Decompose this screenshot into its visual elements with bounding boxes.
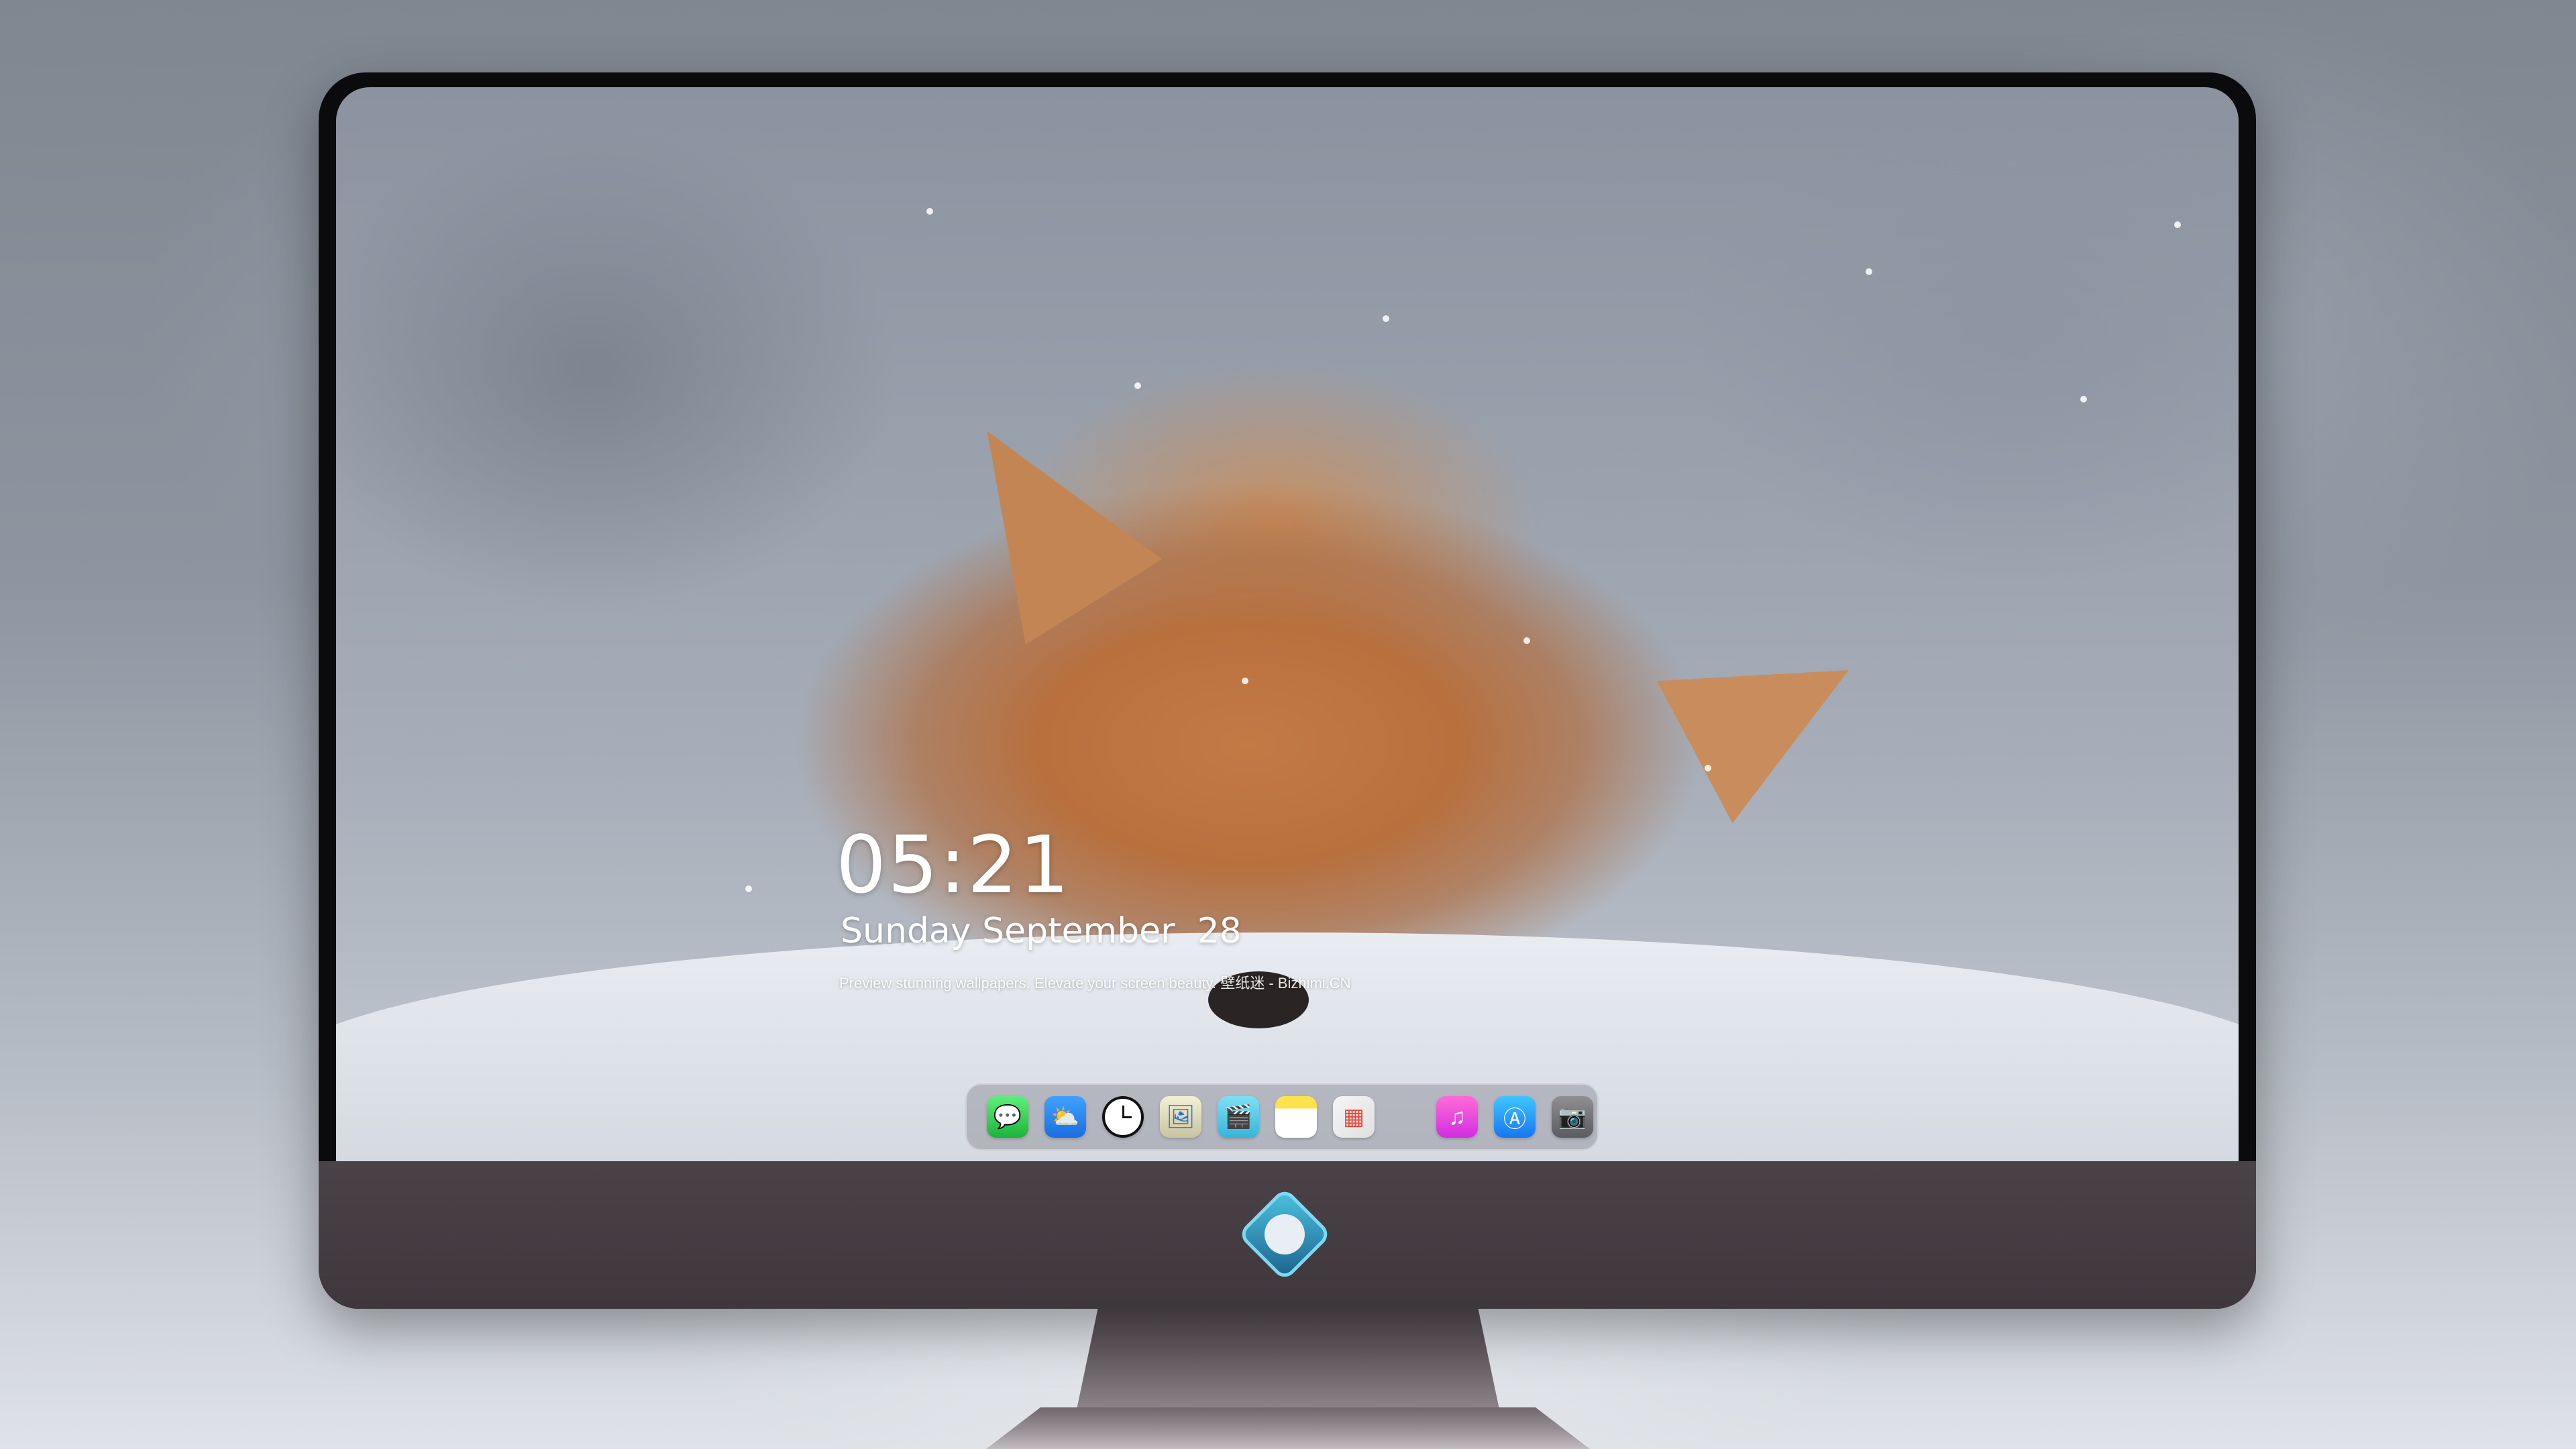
app-store-icon: Ⓐ bbox=[1503, 1106, 1526, 1132]
snowflake bbox=[745, 885, 752, 892]
music-app-icon[interactable]: ♫ bbox=[1436, 1096, 1478, 1138]
lock-screen-date: Sunday September 28 bbox=[841, 911, 1242, 951]
mascot-icon bbox=[1265, 1214, 1305, 1254]
snowflake bbox=[2174, 221, 2181, 228]
photo-booth-app-icon[interactable]: ▦ bbox=[1333, 1096, 1375, 1138]
clock-icon bbox=[1105, 1099, 1141, 1135]
desktop-screen: 05:21 Sunday September 28 Preview stunni… bbox=[336, 87, 2239, 1228]
preview-app-icon[interactable]: 🖼 bbox=[1160, 1096, 1201, 1138]
music-note-icon: ♫ bbox=[1448, 1104, 1466, 1130]
monitor-stand-neck bbox=[1077, 1309, 1499, 1409]
snowflake bbox=[2080, 396, 2087, 402]
snowflake bbox=[1523, 637, 1530, 644]
clips-app-icon[interactable]: 🎬 bbox=[1218, 1096, 1259, 1138]
cloud-sun-icon: ⛅ bbox=[1051, 1104, 1080, 1130]
photos-icon: ▦ bbox=[1342, 1104, 1365, 1130]
clapperboard-icon: 🎬 bbox=[1224, 1104, 1253, 1130]
snowflake bbox=[1866, 268, 1872, 275]
snowflake bbox=[1383, 315, 1389, 322]
messages-app-icon[interactable]: 💬 bbox=[987, 1096, 1028, 1138]
monitor-stand-base bbox=[986, 1407, 1590, 1449]
wallpaper-tagline: Preview stunning wallpapers. Elevate you… bbox=[839, 975, 1351, 991]
camera-app-icon[interactable]: 📷 bbox=[1552, 1096, 1593, 1138]
clock-app-icon[interactable] bbox=[1102, 1096, 1144, 1138]
lock-screen-time: 05:21 bbox=[836, 818, 1071, 911]
snowflake bbox=[926, 208, 933, 215]
snowflake bbox=[1134, 382, 1141, 389]
snowflake bbox=[1705, 765, 1711, 771]
camera-icon: 📷 bbox=[1558, 1104, 1587, 1130]
message-bubble-icon: 💬 bbox=[993, 1104, 1022, 1130]
weather-app-icon[interactable]: ⛅ bbox=[1044, 1096, 1086, 1138]
notes-app-icon[interactable] bbox=[1275, 1096, 1317, 1138]
fox-right-ear bbox=[1656, 599, 1887, 823]
dock: 💬 ⛅ 🖼 🎬 ▦ ♫ Ⓐ 📷 bbox=[965, 1083, 1599, 1150]
preview-icon: 🖼 bbox=[1166, 1104, 1195, 1130]
app-store-app-icon[interactable]: Ⓐ bbox=[1494, 1096, 1536, 1138]
snowflake bbox=[1242, 678, 1248, 684]
fox-left-ear bbox=[918, 388, 1163, 645]
